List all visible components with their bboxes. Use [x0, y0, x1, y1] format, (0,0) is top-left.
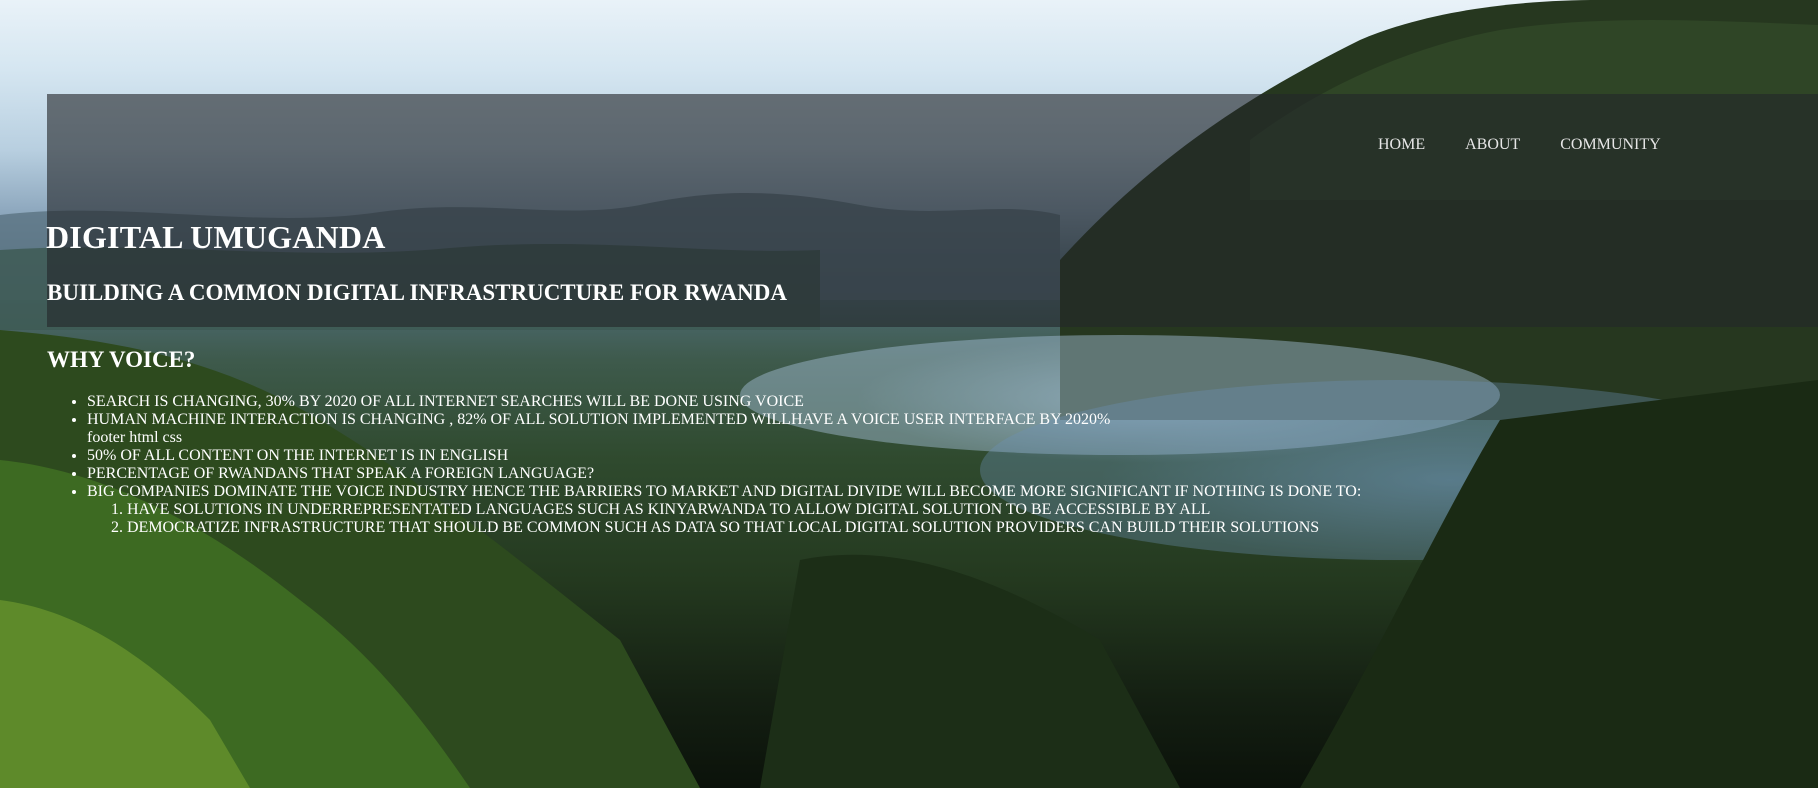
nav-about-link[interactable]: ABOUT [1465, 136, 1520, 154]
list-item-text: PERCENTAGE OF RWANDANS THAT SPEAK A FORE… [87, 465, 595, 482]
main-nav: HOME ABOUT COMMUNITY [1378, 136, 1661, 154]
sub-list-item: HAVE SOLUTIONS IN UNDERREPRESENTATED LAN… [127, 501, 1361, 519]
list-item-text: 50% OF ALL CONTENT ON THE INTERNET IS IN… [87, 447, 509, 464]
nav-community-link[interactable]: COMMUNITY [1560, 136, 1660, 154]
list-item: BIG COMPANIES DOMINATE THE VOICE INDUSTR… [87, 483, 1361, 537]
list-item-text: BIG COMPANIES DOMINATE THE VOICE INDUSTR… [87, 483, 1362, 500]
nav-home-link[interactable]: HOME [1378, 136, 1425, 154]
list-item-note: footer html css [87, 429, 183, 446]
sub-list-item: DEMOCRATIZE INFRASTRUCTURE THAT SHOULD B… [127, 519, 1361, 537]
site-subtitle: BUILDING A COMMON DIGITAL INFRASTRUCTURE… [47, 280, 787, 305]
list-item: HUMAN MACHINE INTERACTION IS CHANGING , … [87, 411, 1361, 447]
list-item: PERCENTAGE OF RWANDANS THAT SPEAK A FORE… [87, 465, 1361, 483]
why-voice-list: SEARCH IS CHANGING, 30% BY 2020 OF ALL I… [47, 393, 1361, 537]
sub-list-item-text: DEMOCRATIZE INFRASTRUCTURE THAT SHOULD B… [127, 519, 1320, 536]
list-item-text: SEARCH IS CHANGING, 30% BY 2020 OF ALL I… [87, 393, 804, 410]
list-item-text: HUMAN MACHINE INTERACTION IS CHANGING , … [87, 411, 1111, 428]
list-item: SEARCH IS CHANGING, 30% BY 2020 OF ALL I… [87, 393, 1361, 411]
sub-list-item-text: HAVE SOLUTIONS IN UNDERREPRESENTATED LAN… [127, 501, 1211, 518]
why-voice-heading: WHY VOICE? [47, 347, 196, 372]
site-title: DIGITAL UMUGANDA [46, 219, 386, 255]
list-item: 50% OF ALL CONTENT ON THE INTERNET IS IN… [87, 447, 1361, 465]
nested-ordered-list: HAVE SOLUTIONS IN UNDERREPRESENTATED LAN… [87, 501, 1361, 537]
